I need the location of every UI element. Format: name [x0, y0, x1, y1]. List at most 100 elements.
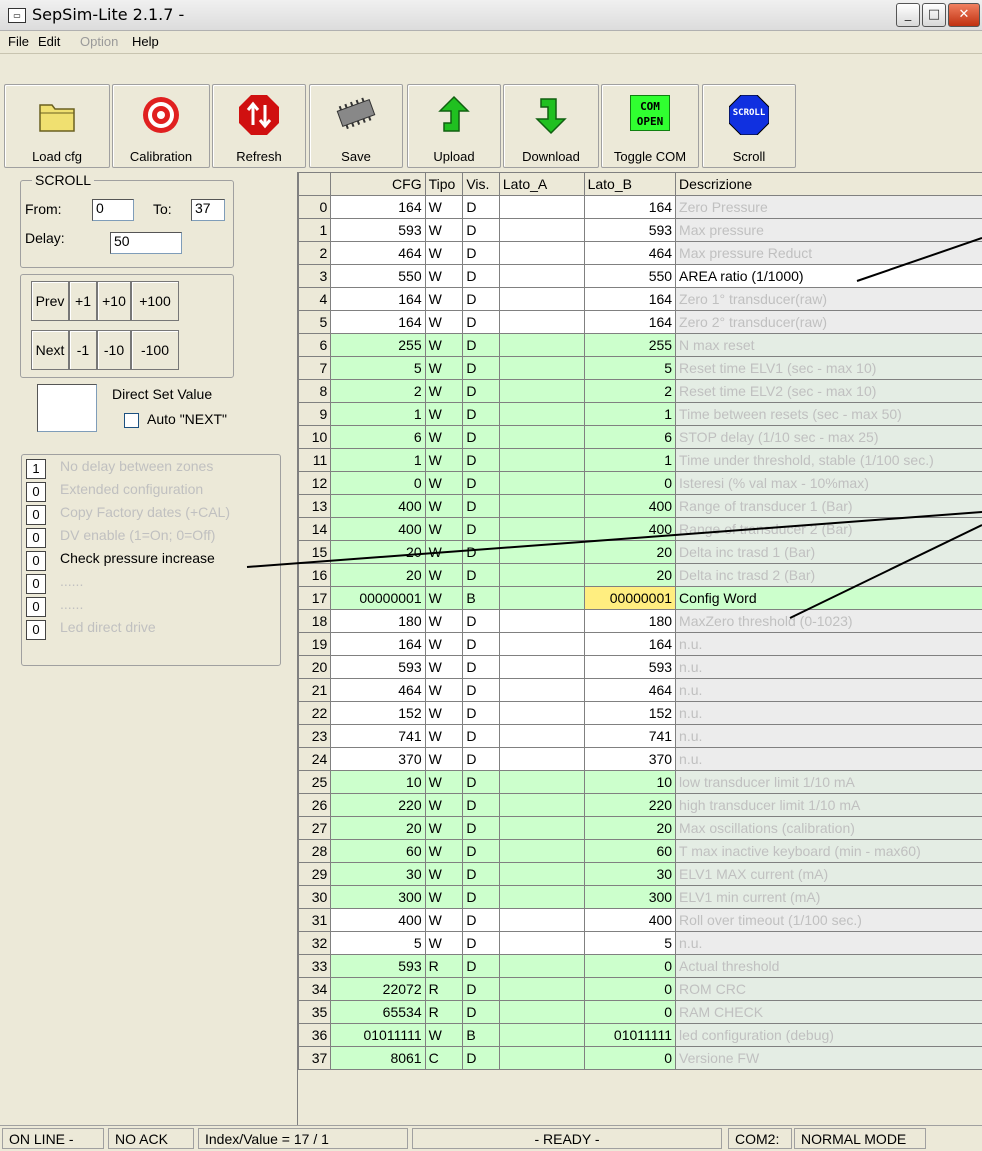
- cfg-cell[interactable]: 00000001: [330, 586, 426, 610]
- cfg-cell[interactable]: 370: [330, 747, 426, 771]
- vis-cell[interactable]: D: [462, 678, 500, 702]
- lato-a-cell[interactable]: [498, 402, 585, 426]
- lato-b-cell[interactable]: 152: [583, 701, 677, 725]
- lato-b-cell[interactable]: 0: [583, 471, 677, 495]
- tipo-cell[interactable]: W: [424, 793, 464, 817]
- vis-cell[interactable]: D: [462, 977, 500, 1001]
- lato-b-cell[interactable]: 1: [583, 402, 677, 426]
- lato-b-cell[interactable]: 1: [583, 448, 677, 472]
- vis-cell[interactable]: D: [462, 931, 500, 955]
- table-row[interactable]: 4 164 W D 164 Zero 1° transducer(raw): [298, 287, 982, 311]
- table-row[interactable]: 19 164 W D 164 n.u.: [298, 632, 982, 656]
- lato-a-cell[interactable]: [498, 885, 585, 909]
- lato-b-cell[interactable]: 220: [583, 793, 677, 817]
- table-row[interactable]: 35 65534 R D 0 RAM CHECK: [298, 1000, 982, 1024]
- tipo-cell[interactable]: W: [424, 195, 464, 219]
- tipo-cell[interactable]: W: [424, 724, 464, 748]
- cfg-cell[interactable]: 1: [330, 402, 426, 426]
- lato-a-cell[interactable]: [498, 862, 585, 886]
- vis-cell[interactable]: D: [462, 448, 500, 472]
- lato-b-cell[interactable]: 5: [583, 931, 677, 955]
- descrizione-cell[interactable]: Delta inc trasd 1 (Bar): [675, 540, 982, 564]
- descrizione-cell[interactable]: high transducer limit 1/10 mA: [675, 793, 982, 817]
- descrizione-cell[interactable]: Range of transducer 1 (Bar): [675, 494, 982, 518]
- plus10-button[interactable]: +10: [97, 281, 131, 321]
- descrizione-cell[interactable]: Config Word: [675, 586, 982, 610]
- descrizione-cell[interactable]: Versione FW: [675, 1046, 982, 1070]
- lato-a-cell[interactable]: [498, 977, 585, 1001]
- descrizione-cell[interactable]: led configuration (debug): [675, 1023, 982, 1047]
- col-header-lato-a[interactable]: Lato_A: [498, 172, 585, 196]
- vis-cell[interactable]: D: [462, 954, 500, 978]
- descrizione-cell[interactable]: Zero 1° transducer(raw): [675, 287, 982, 311]
- lato-a-cell[interactable]: [498, 839, 585, 863]
- vis-cell[interactable]: D: [462, 402, 500, 426]
- vis-cell[interactable]: D: [462, 816, 500, 840]
- table-row[interactable]: 0 164 W D 164 Zero Pressure: [298, 195, 982, 219]
- cfg-cell[interactable]: 220: [330, 793, 426, 817]
- descrizione-cell[interactable]: Time under threshold, stable (1/100 sec.…: [675, 448, 982, 472]
- lato-b-cell[interactable]: 550: [583, 264, 677, 288]
- cfg-cell[interactable]: 164: [330, 310, 426, 334]
- cfg-cell[interactable]: 741: [330, 724, 426, 748]
- lato-a-cell[interactable]: [498, 471, 585, 495]
- cfg-cell[interactable]: 6: [330, 425, 426, 449]
- table-row[interactable]: 2 464 W D 464 Max pressure Reduct: [298, 241, 982, 265]
- table-row[interactable]: 28 60 W D 60 T max inactive keyboard (min - m…: [298, 839, 982, 863]
- close-button[interactable]: ✕: [948, 3, 980, 27]
- cfg-cell[interactable]: 0: [330, 471, 426, 495]
- lato-b-cell[interactable]: 2: [583, 379, 677, 403]
- toggle-com-button[interactable]: COM OPEN Toggle COM: [601, 84, 699, 168]
- flag-value[interactable]: 0: [26, 620, 46, 640]
- tipo-cell[interactable]: W: [424, 218, 464, 242]
- cfg-cell[interactable]: 5: [330, 931, 426, 955]
- lato-b-cell[interactable]: 180: [583, 609, 677, 633]
- lato-a-cell[interactable]: [498, 425, 585, 449]
- plus100-button[interactable]: +100: [131, 281, 179, 321]
- tipo-cell[interactable]: W: [424, 609, 464, 633]
- table-row[interactable]: 11 1 W D 1 Time under threshold, stable (1/10…: [298, 448, 982, 472]
- cfg-cell[interactable]: 8061: [330, 1046, 426, 1070]
- descrizione-cell[interactable]: Roll over timeout (1/100 sec.): [675, 908, 982, 932]
- vis-cell[interactable]: D: [462, 1000, 500, 1024]
- tipo-cell[interactable]: W: [424, 678, 464, 702]
- scroll-button[interactable]: SCROLL Scroll: [702, 84, 796, 168]
- tipo-cell[interactable]: W: [424, 310, 464, 334]
- tipo-cell[interactable]: R: [424, 977, 464, 1001]
- cfg-cell[interactable]: 152: [330, 701, 426, 725]
- cfg-cell[interactable]: 1: [330, 448, 426, 472]
- next-button[interactable]: Next: [31, 330, 69, 370]
- cfg-cell[interactable]: 400: [330, 908, 426, 932]
- table-row[interactable]: 32 5 W D 5 n.u.: [298, 931, 982, 955]
- lato-a-cell[interactable]: [498, 379, 585, 403]
- table-row[interactable]: 30 300 W D 300 ELV1 min current (mA): [298, 885, 982, 909]
- lato-a-cell[interactable]: [498, 609, 585, 633]
- lato-b-cell[interactable]: 20: [583, 816, 677, 840]
- table-row[interactable]: 33 593 R D 0 Actual threshold: [298, 954, 982, 978]
- table-row[interactable]: 21 464 W D 464 n.u.: [298, 678, 982, 702]
- table-row[interactable]: 26 220 W D 220 high transducer limit 1/10 mA: [298, 793, 982, 817]
- cfg-cell[interactable]: 164: [330, 632, 426, 656]
- cfg-cell[interactable]: 2: [330, 379, 426, 403]
- descrizione-cell[interactable]: Isteresi (% val max - 10%max): [675, 471, 982, 495]
- cfg-cell[interactable]: 593: [330, 218, 426, 242]
- descrizione-cell[interactable]: Reset time ELV2 (sec - max 10): [675, 379, 982, 403]
- cfg-cell[interactable]: 60: [330, 839, 426, 863]
- lato-a-cell[interactable]: [498, 448, 585, 472]
- descrizione-cell[interactable]: n.u.: [675, 678, 982, 702]
- vis-cell[interactable]: D: [462, 770, 500, 794]
- col-header-tipo[interactable]: Tipo: [424, 172, 464, 196]
- vis-cell[interactable]: D: [462, 471, 500, 495]
- lato-b-cell[interactable]: 400: [583, 494, 677, 518]
- lato-a-cell[interactable]: [498, 701, 585, 725]
- descrizione-cell[interactable]: Delta inc trasd 2 (Bar): [675, 563, 982, 587]
- vis-cell[interactable]: D: [462, 655, 500, 679]
- cfg-cell[interactable]: 180: [330, 609, 426, 633]
- vis-cell[interactable]: D: [462, 494, 500, 518]
- lato-a-cell[interactable]: [498, 264, 585, 288]
- cfg-cell[interactable]: 01011111: [330, 1023, 426, 1047]
- lato-b-cell[interactable]: 164: [583, 287, 677, 311]
- tipo-cell[interactable]: W: [424, 862, 464, 886]
- vis-cell[interactable]: D: [462, 517, 500, 541]
- cfg-cell[interactable]: 593: [330, 655, 426, 679]
